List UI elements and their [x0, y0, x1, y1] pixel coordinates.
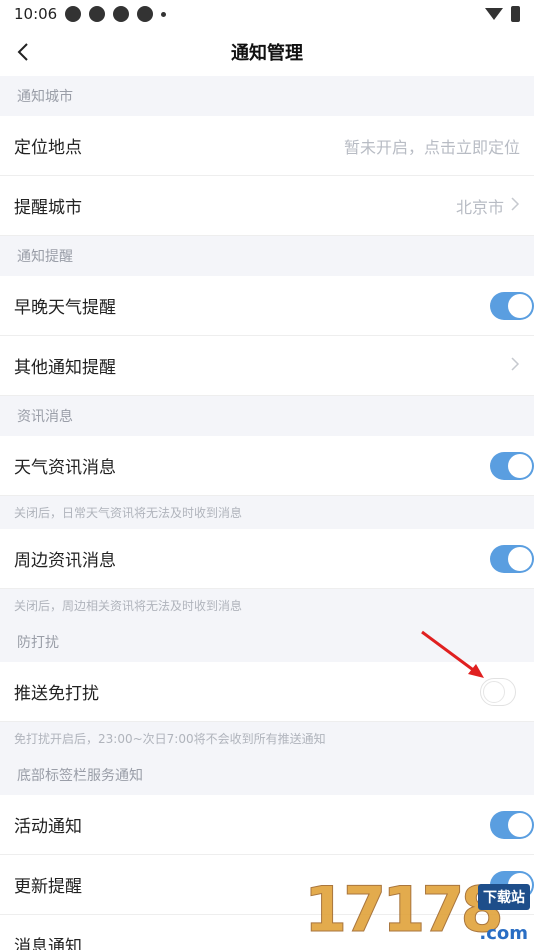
toggle-knob [508, 547, 532, 571]
chevron-right-icon [510, 196, 520, 215]
activity-label: 活动通知 [14, 817, 82, 837]
battery-icon [511, 6, 520, 22]
red-arrow-annotation [421, 630, 484, 678]
app-notification-icon [113, 6, 130, 22]
morning-evening-label: 早晚天气提醒 [14, 298, 116, 318]
push-dnd-label: 推送免打扰 [14, 684, 99, 704]
activity-toggle[interactable] [490, 811, 534, 839]
section-header-remind: 通知提醒 [0, 236, 534, 276]
wifi-icon [485, 8, 503, 20]
watermark: 17178 下载站 .com [304, 873, 534, 950]
other-remind-row[interactable]: 其他通知提醒 [0, 336, 534, 396]
app-notification-icon [65, 6, 82, 22]
toggle-knob [508, 454, 532, 478]
section-header-tabbar: 底部标签栏服务通知 [0, 755, 534, 795]
nearby-news-toggle[interactable] [490, 545, 534, 573]
remind-city-value: 北京市 [455, 197, 504, 217]
watermark-domain: .com [479, 923, 528, 944]
location-value[interactable]: 暂未开启，点击立即定位 [344, 134, 520, 158]
watermark-number: 17178 [304, 873, 505, 947]
location-label: 定位地点 [14, 138, 82, 158]
push-dnd-hint: 免打扰开启后，23:00~次日7:00将不会收到所有推送通知 [0, 722, 534, 755]
message-label: 消息通知 [14, 937, 82, 950]
weather-news-hint: 关闭后，日常天气资讯将无法及时收到消息 [0, 496, 534, 529]
remind-city-label: 提醒城市 [14, 198, 82, 218]
app-notification-icon [137, 6, 154, 22]
page-title: 通知管理 [231, 43, 303, 64]
watermark-badge: 下载站 [478, 884, 530, 910]
update-label: 更新提醒 [14, 877, 82, 897]
status-time: 10:06 [14, 5, 58, 23]
activity-row: 活动通知 [0, 795, 534, 855]
section-header-city: 通知城市 [0, 76, 534, 116]
back-button[interactable] [12, 40, 36, 64]
chevron-left-icon [17, 43, 28, 61]
remind-city-row[interactable]: 提醒城市 北京市 [0, 176, 534, 236]
more-notifications-icon [161, 11, 167, 17]
nearby-news-label: 周边资讯消息 [14, 551, 116, 571]
weather-news-toggle[interactable] [490, 452, 534, 480]
morning-evening-toggle[interactable] [490, 292, 534, 320]
other-remind-label: 其他通知提醒 [14, 358, 116, 378]
status-bar: 10:06 [0, 0, 534, 28]
location-row[interactable]: 定位地点 暂未开启，点击立即定位 [0, 116, 534, 176]
weather-news-row: 天气资讯消息 [0, 436, 534, 496]
toggle-knob [483, 681, 505, 703]
push-dnd-toggle[interactable] [480, 678, 516, 706]
morning-evening-row: 早晚天气提醒 [0, 276, 534, 336]
app-notification-icon [89, 6, 106, 22]
chevron-right-icon [510, 356, 520, 375]
section-header-news: 资讯消息 [0, 396, 534, 436]
nearby-news-row: 周边资讯消息 [0, 529, 534, 589]
nearby-news-hint: 关闭后，周边相关资讯将无法及时收到消息 [0, 589, 534, 622]
weather-news-label: 天气资讯消息 [14, 458, 116, 478]
toggle-knob [508, 294, 532, 318]
nav-bar: 通知管理 [0, 28, 534, 76]
toggle-knob [508, 813, 532, 837]
